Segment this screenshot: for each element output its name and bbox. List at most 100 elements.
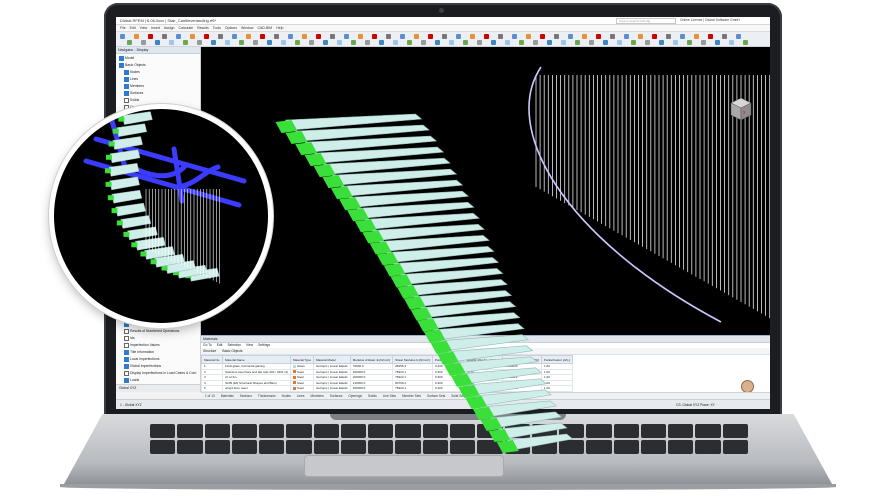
toolbar-button[interactable]	[372, 34, 377, 39]
checkbox[interactable]	[124, 335, 129, 341]
toolbar-button[interactable]	[736, 34, 741, 39]
menu-item[interactable]: Results	[197, 26, 209, 30]
toolbar-button[interactable]	[540, 34, 545, 39]
toolbar-button[interactable]	[617, 40, 622, 45]
column-header[interactable]: Specific Weight γ [kN/m³]	[463, 355, 503, 364]
toolbar-button[interactable]	[323, 40, 328, 45]
panel-dropdown[interactable]: Structure	[203, 348, 216, 354]
column-header[interactable]: Material No.	[201, 355, 224, 364]
checkbox[interactable]	[119, 55, 124, 61]
toolbar-button[interactable]	[407, 40, 412, 45]
nav-tree-item[interactable]: Model	[116, 55, 200, 62]
toolbar-button[interactable]	[428, 34, 433, 39]
toolbar-button[interactable]	[743, 40, 748, 45]
checkbox[interactable]	[119, 62, 124, 68]
toolbar-button[interactable]	[211, 40, 216, 45]
toolbar-button[interactable]	[183, 40, 188, 45]
menu-item[interactable]: Calculate	[178, 26, 193, 30]
toolbar-button[interactable]	[484, 34, 489, 39]
toolbar-button[interactable]	[393, 40, 398, 45]
toolbar-button[interactable]	[645, 40, 650, 45]
toolbar-button[interactable]	[141, 40, 146, 45]
toolbar-button[interactable]	[470, 34, 475, 39]
menu-item[interactable]: Tools	[213, 26, 221, 30]
toolbar-button[interactable]	[379, 40, 384, 45]
toolbar-button[interactable]	[288, 34, 293, 39]
nav-tree-item[interactable]: Global Imperfections	[116, 363, 200, 370]
nav-tree-item[interactable]: Basic Objects	[116, 62, 200, 69]
search-input[interactable]: Type to search (Ctrl+Q)	[616, 18, 676, 24]
toolbar-button[interactable]	[512, 34, 517, 39]
toolbar-button[interactable]	[295, 40, 300, 45]
toolbar-button[interactable]	[190, 34, 195, 39]
toolbar-button[interactable]	[176, 34, 181, 39]
toolbar-button[interactable]	[302, 34, 307, 39]
menu-item[interactable]: Insert	[151, 26, 160, 30]
toolbar-button[interactable]	[449, 40, 454, 45]
view-cube-icon[interactable]: x	[729, 97, 753, 121]
toolbar-button[interactable]	[568, 34, 573, 39]
toolbar-button[interactable]	[694, 34, 699, 39]
toolbar-button[interactable]	[666, 34, 671, 39]
toolbar-button[interactable]	[498, 34, 503, 39]
toolbar-button[interactable]	[610, 34, 615, 39]
toolbar-button[interactable]	[218, 34, 223, 39]
toolbar-button[interactable]	[582, 34, 587, 39]
toolbar-button[interactable]	[673, 40, 678, 45]
toolbar-button[interactable]	[127, 40, 132, 45]
toolbar-button[interactable]	[330, 34, 335, 39]
column-header[interactable]: Material Model	[313, 355, 351, 364]
toolbar-button[interactable]	[337, 40, 342, 45]
checkbox[interactable]	[124, 356, 129, 362]
toolbar-button[interactable]	[274, 34, 279, 39]
toolbar-button[interactable]	[267, 40, 272, 45]
toolbar-button[interactable]	[701, 40, 706, 45]
toolbar-button[interactable]	[386, 34, 391, 39]
toolbar-button[interactable]	[253, 40, 258, 45]
toolbar-button[interactable]	[414, 34, 419, 39]
menu-item[interactable]: File	[120, 26, 126, 30]
panel-menu-item[interactable]: Settings	[258, 343, 270, 348]
nav-tree-item[interactable]: Loads	[116, 377, 200, 384]
checkbox[interactable]	[124, 69, 129, 75]
menu-item[interactable]: Edit	[130, 26, 136, 30]
toolbar-button[interactable]	[505, 40, 510, 45]
column-header[interactable]: Modulus of Elast. E [N/mm²]	[349, 355, 394, 364]
toolbar-button[interactable]	[204, 34, 209, 39]
toolbar-button[interactable]	[155, 40, 160, 45]
toolbar-button[interactable]	[365, 40, 370, 45]
toolbar-button[interactable]	[246, 34, 251, 39]
toolbar-button[interactable]	[729, 40, 734, 45]
toolbar-button[interactable]	[281, 40, 286, 45]
toolbar-button[interactable]	[162, 34, 167, 39]
toolbar-button[interactable]	[442, 34, 447, 39]
toolbar-button[interactable]	[344, 34, 349, 39]
toolbar-button[interactable]	[120, 34, 125, 39]
checkbox[interactable]	[124, 76, 129, 82]
nav-tree-item[interactable]: Surfaces	[116, 90, 200, 97]
column-header[interactable]: Poisson's Ratio ν [-]	[431, 355, 465, 364]
toolbar-button[interactable]	[232, 34, 237, 39]
toolbar-button[interactable]	[435, 40, 440, 45]
toolbar-button[interactable]	[589, 40, 594, 45]
menu-item[interactable]: View	[140, 26, 148, 30]
checkbox[interactable]	[124, 342, 129, 348]
nav-tree-item[interactable]: Solids	[116, 97, 200, 104]
toolbar-button[interactable]	[554, 34, 559, 39]
nav-tree-item[interactable]: Ids	[116, 335, 200, 342]
toolbar-button[interactable]	[659, 40, 664, 45]
navigator-tab[interactable]: Global XYZ	[116, 384, 200, 392]
toolbar-button[interactable]	[197, 40, 202, 45]
menu-item[interactable]: Help	[276, 26, 283, 30]
3d-viewport[interactable]: x	[201, 47, 770, 335]
toolbar-button[interactable]	[519, 40, 524, 45]
toolbar-button[interactable]	[148, 34, 153, 39]
panel-menu-item[interactable]: View	[246, 343, 253, 348]
toolbar-button[interactable]	[260, 34, 265, 39]
nav-tree-item[interactable]: Local Imperfections	[116, 356, 200, 363]
checkbox[interactable]	[124, 349, 129, 355]
toolbar-button[interactable]	[652, 34, 657, 39]
menu-item[interactable]: Assign	[164, 26, 175, 30]
checkbox[interactable]	[124, 328, 129, 334]
nav-tree-item[interactable]: Members	[116, 83, 200, 90]
